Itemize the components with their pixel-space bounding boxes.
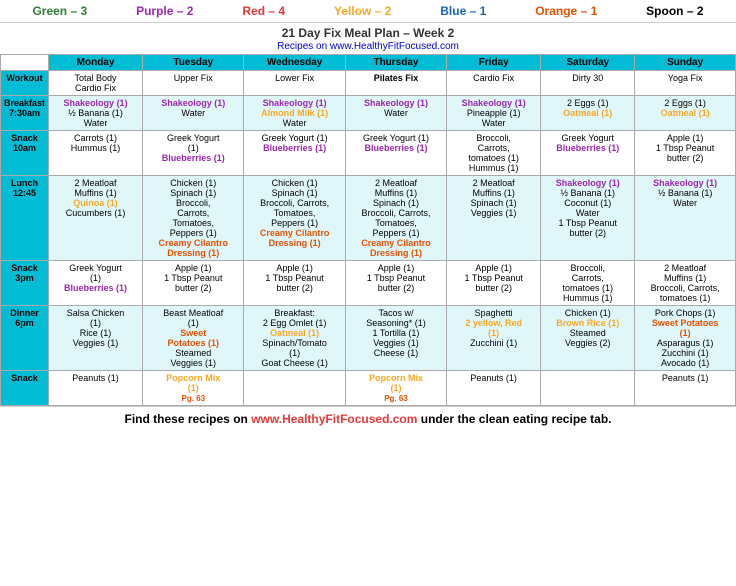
row-label-workout: Workout	[1, 71, 49, 96]
sat-workout: Dirty 30	[541, 71, 635, 96]
row-label-dinner: Dinner6pm	[1, 306, 49, 371]
wed-snack3	[244, 371, 345, 406]
thu-lunch: 2 MeatloafMuffins (1)Spinach (1)Broccoli…	[345, 176, 446, 261]
sun-lunch: Shakeology (1) ½ Banana (1)Water	[635, 176, 736, 261]
sun-dinner: Pork Chops (1) Sweet Potatoes(1) Asparag…	[635, 306, 736, 371]
fri-lunch: 2 MeatloafMuffins (1)Spinach (1)Veggies …	[447, 176, 541, 261]
sat-snack1: Greek Yogurt Blueberries (1)	[541, 131, 635, 176]
sat-snack3	[541, 371, 635, 406]
header-wednesday: Wednesday	[244, 55, 345, 71]
wed-snack2: Apple (1)1 Tbsp Peanutbutter (2)	[244, 261, 345, 306]
header-friday: Friday	[447, 55, 541, 71]
row-label-lunch: Lunch12:45	[1, 176, 49, 261]
fri-snack1: Broccoli,Carrots,tomatoes (1)Hummus (1)	[447, 131, 541, 176]
table-row: Lunch12:45 2 MeatloafMuffins (1) Quinoa …	[1, 176, 736, 261]
sun-snack1: Apple (1)1 Tbsp Peanutbutter (2)	[635, 131, 736, 176]
legend-purple: Purple – 2	[136, 4, 193, 18]
sat-dinner: Chicken (1) Brown Rice (1) SteamedVeggie…	[541, 306, 635, 371]
legend-row: Green – 3 Purple – 2 Red – 4 Yellow – 2 …	[0, 0, 736, 23]
mon-snack3: Peanuts (1)	[49, 371, 143, 406]
footer: Find these recipes on www.HealthyFitFocu…	[0, 406, 736, 431]
legend-red: Red – 4	[242, 4, 285, 18]
thu-workout: Pilates Fix	[345, 71, 446, 96]
header-tuesday: Tuesday	[143, 55, 244, 71]
table-row: Snack Peanuts (1) Popcorn Mix(1) Pg. 63 …	[1, 371, 736, 406]
tue-snack1: Greek Yogurt(1) Blueberries (1)	[143, 131, 244, 176]
mon-snack2: Greek Yogurt(1) Blueberries (1)	[49, 261, 143, 306]
page-container: Green – 3 Purple – 2 Red – 4 Yellow – 2 …	[0, 0, 736, 431]
wed-workout: Lower Fix	[244, 71, 345, 96]
mon-lunch: 2 MeatloafMuffins (1) Quinoa (1) Cucumbe…	[49, 176, 143, 261]
row-label-snack1: Snack10am	[1, 131, 49, 176]
fri-dinner: Spaghetti 2 yellow, Red(1) Zucchini (1)	[447, 306, 541, 371]
thu-snack1: Greek Yogurt (1) Blueberries (1)	[345, 131, 446, 176]
sat-lunch: Shakeology (1) ½ Banana (1)Coconut (1)Wa…	[541, 176, 635, 261]
footer-link[interactable]: www.HealthyFitFocused.com	[251, 412, 417, 426]
legend-green: Green – 3	[32, 4, 87, 18]
row-label-breakfast: Breakfast7:30am	[1, 96, 49, 131]
tue-workout: Upper Fix	[143, 71, 244, 96]
mon-snack1: Carrots (1)Hummus (1)	[49, 131, 143, 176]
legend-blue: Blue – 1	[440, 4, 486, 18]
fri-snack3: Peanuts (1)	[447, 371, 541, 406]
row-label-snack3: Snack	[1, 371, 49, 406]
page-subtitle: Recipes on www.HealthyFitFocused.com	[0, 41, 736, 52]
legend-orange: Orange – 1	[535, 4, 597, 18]
wed-lunch: Chicken (1)Spinach (1)Broccoli, Carrots,…	[244, 176, 345, 261]
sun-snack2: 2 MeatloafMuffins (1)Broccoli, Carrots,t…	[635, 261, 736, 306]
wed-snack1: Greek Yogurt (1) Blueberries (1)	[244, 131, 345, 176]
sun-breakfast: 2 Eggs (1) Oatmeal (1)	[635, 96, 736, 131]
header-monday: Monday	[49, 55, 143, 71]
fri-breakfast: Shakeology (1) Pineapple (1)Water	[447, 96, 541, 131]
thu-breakfast: Shakeology (1) Water	[345, 96, 446, 131]
mon-workout: Total BodyCardio Fix	[49, 71, 143, 96]
page-title: 21 Day Fix Meal Plan – Week 2	[0, 23, 736, 41]
fri-snack2: Apple (1)1 Tbsp Peanutbutter (2)	[447, 261, 541, 306]
thu-dinner: Tacos w/Seasoning* (1)1 Tortilla (1)Vegg…	[345, 306, 446, 371]
table-row: Snack3pm Greek Yogurt(1) Blueberries (1)…	[1, 261, 736, 306]
tue-snack2: Apple (1)1 Tbsp Peanutbutter (2)	[143, 261, 244, 306]
legend-spoon: Spoon – 2	[646, 4, 703, 18]
table-row: Breakfast7:30am Shakeology (1) ½ Banana …	[1, 96, 736, 131]
header-sunday: Sunday	[635, 55, 736, 71]
thu-snack3: Popcorn Mix(1) Pg. 63	[345, 371, 446, 406]
mon-breakfast: Shakeology (1) ½ Banana (1)Water	[49, 96, 143, 131]
sat-breakfast: 2 Eggs (1) Oatmeal (1)	[541, 96, 635, 131]
sun-workout: Yoga Fix	[635, 71, 736, 96]
row-label-snack2: Snack3pm	[1, 261, 49, 306]
wed-breakfast: Shakeology (1) Almond Milk (1) Water	[244, 96, 345, 131]
header-saturday: Saturday	[541, 55, 635, 71]
tue-lunch: Chicken (1)Spinach (1)Broccoli,Carrots,T…	[143, 176, 244, 261]
legend-yellow: Yellow – 2	[334, 4, 391, 18]
table-row: Dinner6pm Salsa Chicken(1)Rice (1)Veggie…	[1, 306, 736, 371]
sun-snack3: Peanuts (1)	[635, 371, 736, 406]
tue-snack3: Popcorn Mix(1) Pg. 63	[143, 371, 244, 406]
header-thursday: Thursday	[345, 55, 446, 71]
tue-dinner: Beast Meatloaf(1) SweetPotatoes (1) Stea…	[143, 306, 244, 371]
fri-workout: Cardio Fix	[447, 71, 541, 96]
table-row: Snack10am Carrots (1)Hummus (1) Greek Yo…	[1, 131, 736, 176]
mon-dinner: Salsa Chicken(1)Rice (1)Veggies (1)	[49, 306, 143, 371]
sat-snack2: Broccoli,Carrots,tomatoes (1)Hummus (1)	[541, 261, 635, 306]
wed-dinner: Breakfast:2 Egg Omlet (1) Oatmeal (1) Sp…	[244, 306, 345, 371]
meal-plan-table: Monday Tuesday Wednesday Thursday Friday…	[0, 54, 736, 406]
header-empty	[1, 55, 49, 71]
table-row: Workout Total BodyCardio Fix Upper Fix L…	[1, 71, 736, 96]
thu-snack2: Apple (1)1 Tbsp Peanutbutter (2)	[345, 261, 446, 306]
tue-breakfast: Shakeology (1) Water	[143, 96, 244, 131]
